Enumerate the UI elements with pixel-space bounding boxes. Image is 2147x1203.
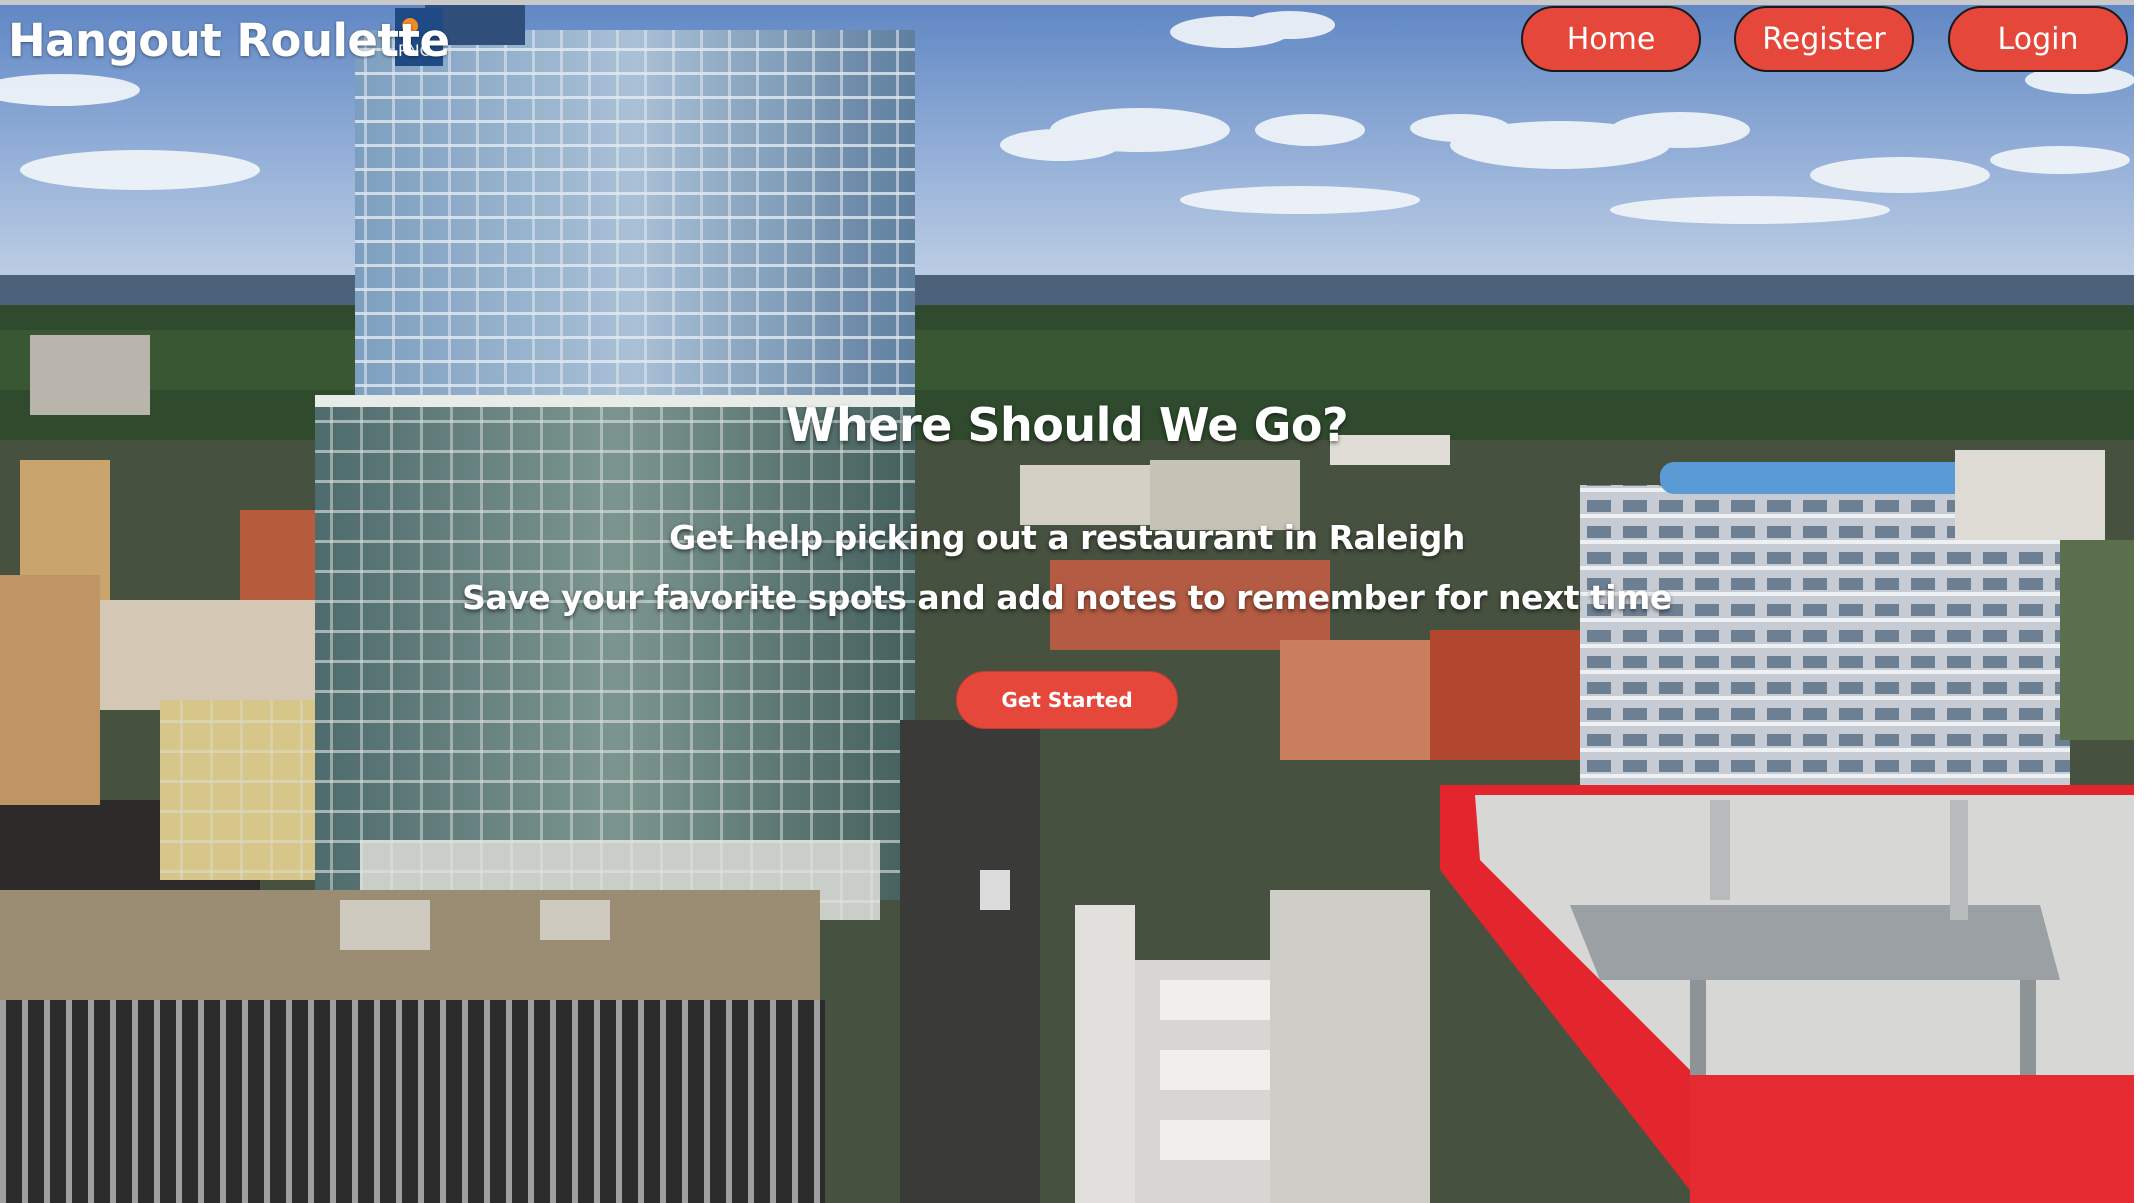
hero-subline-restaurant: Get help picking out a restaurant in Ral… — [669, 518, 1465, 557]
register-button[interactable]: Register — [1734, 6, 1914, 72]
home-button[interactable]: Home — [1521, 6, 1701, 72]
hero-headline: Where Should We Go? — [785, 398, 1349, 452]
brand-title[interactable]: Hangout Roulette — [8, 14, 450, 67]
top-border — [0, 0, 2147, 5]
right-scroll-edge — [2134, 0, 2147, 1203]
hero-background: PNC Hangout Roulette Home Register Login… — [0, 0, 2134, 1203]
hero-subline-favorites: Save your favorite spots and add notes t… — [462, 578, 1672, 617]
login-button[interactable]: Login — [1948, 6, 2128, 72]
get-started-button[interactable]: Get Started — [956, 671, 1178, 729]
landing-page: PNC Hangout Roulette Home Register Login… — [0, 0, 2147, 1203]
